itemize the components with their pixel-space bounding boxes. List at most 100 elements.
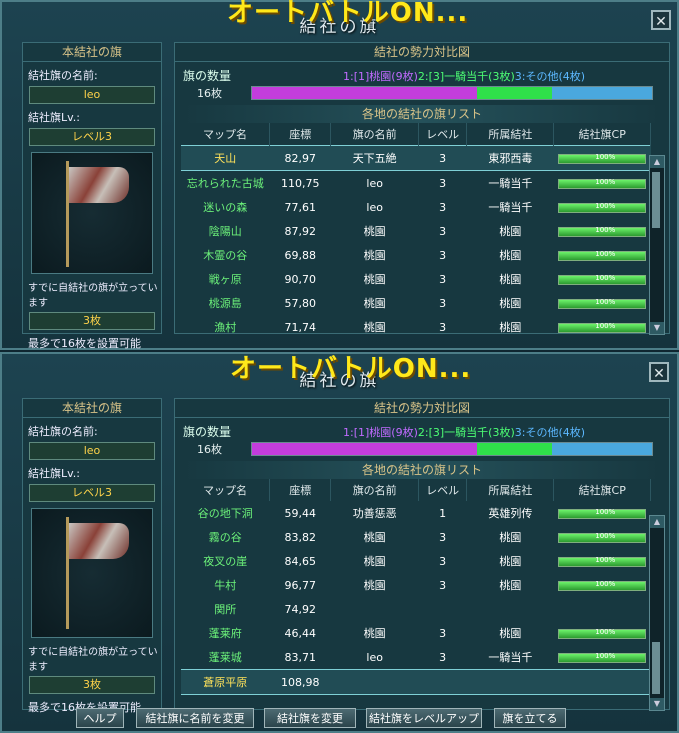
level-cell: 3	[439, 650, 447, 664]
scroll-down-icon[interactable]: ▼	[650, 698, 664, 710]
table-row[interactable]: 蓬莱府 46,44 桃園 3 桃園 100%	[181, 621, 651, 645]
legend-guild-1: 1:[1]桃園(9枚)	[343, 70, 418, 83]
table-row[interactable]: 夜叉の崖 84,65 桃園 3 桃園 100%	[181, 549, 651, 573]
table-row[interactable]: 谷の地下洞 59,44 功善惩恶 1 英雄列传 100%	[181, 501, 651, 525]
cp-bar: 100%	[558, 651, 647, 663]
cp-cell: 100%	[554, 243, 651, 267]
level-cell: 3	[439, 530, 447, 544]
flag-window-top: 結社の旗 オートバトルON... ✕ 本結社の旗 結社旗の名前: leo 結社旗…	[0, 0, 679, 350]
list-scrollbar[interactable]: ▲ ▼	[649, 155, 665, 335]
max-note: 最多で16枚を設置可能	[28, 337, 141, 350]
table-row[interactable]: 蓬莱城 83,71 leo 3 一騎当千 100%	[181, 645, 651, 670]
level-cell: 3	[439, 296, 447, 310]
already-placed-label: すでに自結社の旗が立っています	[28, 283, 158, 309]
flag-count-legend: 1:[1]桃園(9枚)2:[3]一騎当千(3枚)3:その他(4枚)	[343, 424, 585, 440]
table-row[interactable]: 天山 82,97 天下五絶 3 東邪西毒 100%	[181, 145, 651, 171]
header-coord[interactable]: 座標	[269, 123, 332, 146]
guild-cell: 桃園	[499, 249, 522, 262]
table-row[interactable]: 蒼原平原 108,98	[181, 669, 651, 695]
rename-flag-button[interactable]: 結社旗に名前を変更	[136, 708, 254, 728]
scroll-thumb[interactable]	[652, 642, 660, 694]
header-flag-cp[interactable]: 結社旗CP	[553, 479, 651, 501]
flag-level-label: 結社旗Lv.:	[28, 111, 80, 124]
map-name-cell: 蓬莱城	[208, 651, 242, 664]
header-level[interactable]: レベル	[418, 479, 468, 501]
header-flag-name[interactable]: 旗の名前	[330, 479, 419, 501]
cp-value: 100%	[595, 651, 616, 660]
cp-value: 100%	[595, 321, 616, 330]
cp-value: 100%	[595, 579, 616, 588]
map-name-cell: 谷の地下洞	[197, 507, 253, 520]
table-row[interactable]: 牛村 96,77 桃園 3 桃園 100%	[181, 573, 651, 597]
own-flag-title: 本結社の旗	[23, 399, 161, 418]
header-guild[interactable]: 所属結社	[466, 479, 555, 501]
title-bar[interactable]: 結社の旗 オートバトルON... ✕	[2, 0, 677, 38]
scroll-up-icon[interactable]: ▲	[650, 516, 664, 528]
header-map-name[interactable]: マップ名	[181, 479, 271, 501]
scroll-thumb[interactable]	[652, 172, 660, 228]
header-map-name[interactable]: マップ名	[181, 123, 271, 146]
scroll-down-icon[interactable]: ▼	[650, 322, 664, 334]
table-row[interactable]: 桃源島 57,80 桃園 3 桃園 100%	[181, 291, 651, 315]
cp-bar: 100%	[558, 555, 647, 567]
coord-cell: 59,44	[284, 506, 317, 520]
close-button[interactable]: ✕	[651, 10, 671, 30]
table-row[interactable]: 霧の谷 83,82 桃園 3 桃園 100%	[181, 525, 651, 549]
flag-name-cell: 功善惩恶	[352, 507, 397, 520]
coord-cell: 108,98	[269, 669, 331, 695]
scroll-up-icon[interactable]: ▲	[650, 156, 664, 168]
header-coord[interactable]: 座標	[269, 479, 332, 501]
table-row[interactable]: 忘れられた古城 110,75 leo 3 一騎当千 100%	[181, 171, 651, 196]
close-button[interactable]: ✕	[649, 362, 669, 382]
guild-cell: 桃園	[499, 627, 522, 640]
guild-cell: 桃園	[499, 555, 522, 568]
map-name-cell: 牛村	[214, 579, 237, 592]
map-name-cell: 戦ヶ原	[208, 273, 242, 286]
cp-bar: 100%	[558, 628, 647, 639]
map-name-cell: 天山	[181, 145, 270, 171]
power-bar	[251, 86, 653, 100]
flag-name-cell: 桃園	[363, 225, 386, 238]
header-level[interactable]: レベル	[418, 123, 468, 146]
coord-cell: 87,92	[284, 224, 317, 238]
flag-level-label: 結社旗Lv.:	[28, 467, 80, 480]
legend-others: 3:その他(4枚)	[514, 426, 586, 439]
cp-value: 100%	[595, 273, 616, 282]
already-placed-value: 3枚	[29, 312, 155, 330]
guild-cell: 英雄列传	[488, 507, 533, 520]
title-bar[interactable]: 結社の旗 オートバトルON... ✕	[2, 354, 677, 391]
map-name-cell: 忘れられた古城	[186, 177, 264, 190]
cp-bar: 100%	[558, 298, 647, 309]
list-scrollbar[interactable]: ▲ ▼	[649, 515, 665, 711]
guild-cell: 桃園	[499, 297, 522, 310]
cp-bar: 100%	[558, 579, 647, 591]
coord-cell: 74,92	[284, 602, 317, 616]
table-row[interactable]: 迷いの森 77,61 leo 3 一騎当千 100%	[181, 195, 651, 219]
header-flag-cp[interactable]: 結社旗CP	[553, 123, 651, 146]
cp-cell: 100%	[554, 195, 651, 219]
raise-flag-button[interactable]: 旗を立てる	[494, 708, 566, 728]
help-button[interactable]: ヘルプ	[76, 708, 124, 728]
cp-value: 100%	[595, 507, 616, 516]
power-bar-segment-3	[552, 443, 652, 455]
cp-cell: 100%	[554, 621, 651, 645]
table-row[interactable]: 陰陽山 87,92 桃園 3 桃園 100%	[181, 219, 651, 243]
cp-bar: 100%	[558, 532, 647, 543]
table-row[interactable]: 木霊の谷 69,88 桃園 3 桃園 100%	[181, 243, 651, 267]
header-guild[interactable]: 所属結社	[466, 123, 555, 146]
table-row[interactable]: 戦ヶ原 90,70 桃園 3 桃園 100%	[181, 267, 651, 291]
table-row[interactable]: 漁村 71,74 桃園 3 桃園 100%	[181, 315, 651, 339]
cp-cell: 100%	[554, 219, 651, 243]
table-row[interactable]: 関所 74,92	[181, 597, 651, 621]
cp-value: 100%	[595, 152, 616, 161]
flag-window-bottom: 結社の旗 オートバトルON... ✕ 本結社の旗 結社旗の名前: leo 結社旗…	[0, 352, 679, 733]
cp-cell	[553, 669, 651, 695]
flag-count-label: 旗の数量	[183, 425, 232, 439]
map-name-cell: 漁村	[214, 321, 237, 334]
coord-cell: 110,75	[281, 176, 320, 190]
upgrade-flag-button[interactable]: 結社旗をレベルアップ	[366, 708, 482, 728]
level-cell: 3	[439, 248, 447, 262]
cp-value: 100%	[595, 555, 616, 564]
header-flag-name[interactable]: 旗の名前	[330, 123, 419, 146]
change-flag-button[interactable]: 結社旗を変更	[264, 708, 356, 728]
